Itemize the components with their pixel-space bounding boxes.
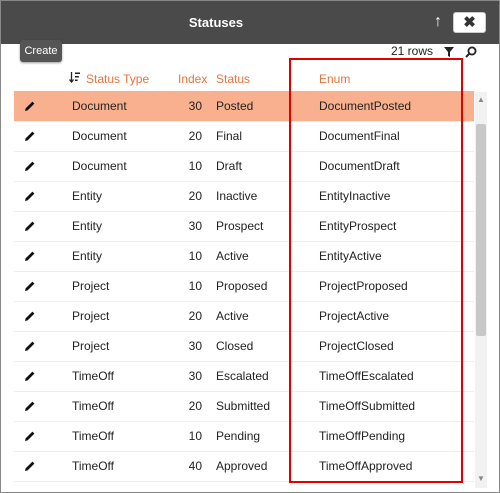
cell-status-type: TimeOff xyxy=(72,369,115,383)
cell-status-type: Entity xyxy=(72,249,103,263)
cell-enum: EntityInactive xyxy=(319,189,391,203)
cell-enum: EntityProspect xyxy=(319,219,397,233)
pencil-icon[interactable] xyxy=(24,100,36,112)
table-row[interactable]: Entity 30 Prospect EntityProspect xyxy=(14,211,474,242)
cell-index: 10 xyxy=(188,159,202,173)
table-row[interactable]: Project 20 Active ProjectActive xyxy=(14,301,474,332)
cell-status: Final xyxy=(216,129,243,143)
scrollbar-thumb[interactable] xyxy=(476,124,486,336)
cell-status: Escalated xyxy=(216,369,269,383)
pencil-icon[interactable] xyxy=(24,370,36,382)
title-bar: Statuses ↑ ✖ xyxy=(1,1,499,44)
cell-status: Pending xyxy=(216,429,261,443)
cell-status: Posted xyxy=(216,99,254,113)
cell-status-type: Project xyxy=(72,309,110,323)
cell-status-type: TimeOff xyxy=(72,459,115,473)
table-row[interactable]: TimeOff 40 Approved TimeOffApproved xyxy=(14,451,474,482)
cell-enum: DocumentPosted xyxy=(319,99,412,113)
filter-icon[interactable] xyxy=(443,46,455,58)
cell-index: 40 xyxy=(188,459,202,473)
cell-status-type: Entity xyxy=(72,189,103,203)
table-row[interactable]: TimeOff 10 Pending TimeOffPending xyxy=(14,421,474,452)
window-title: Statuses xyxy=(188,15,244,30)
rows-count: 21 rows xyxy=(391,44,434,58)
cell-enum: TimeOffPending xyxy=(319,429,406,443)
column-header-enum[interactable]: Enum xyxy=(319,72,350,86)
cell-index: 10 xyxy=(188,429,202,443)
pencil-icon[interactable] xyxy=(24,460,36,472)
scroll-up-icon[interactable]: ▲ xyxy=(476,96,486,104)
close-button[interactable]: ✖ xyxy=(453,12,486,33)
search-icon[interactable] xyxy=(465,46,477,58)
column-header-status-type[interactable]: Status Type xyxy=(86,72,149,86)
pencil-icon[interactable] xyxy=(24,400,36,412)
table-row[interactable]: TimeOff 30 Escalated TimeOffEscalated xyxy=(14,361,474,392)
table-row[interactable]: Document 20 Final DocumentFinal xyxy=(14,121,474,152)
table-row[interactable]: Project 10 Proposed ProjectProposed xyxy=(14,271,474,302)
cell-status-type: TimeOff xyxy=(72,429,115,443)
table-row[interactable]: Entity 20 Inactive EntityInactive xyxy=(14,181,474,212)
arrow-up-icon[interactable]: ↑ xyxy=(429,13,447,31)
cell-enum: ProjectClosed xyxy=(319,339,394,353)
create-button[interactable]: Create xyxy=(20,40,62,62)
cell-status-type: Entity xyxy=(72,219,103,233)
pencil-icon[interactable] xyxy=(24,190,36,202)
cell-index: 30 xyxy=(188,369,202,383)
cell-enum: TimeOffApproved xyxy=(319,459,413,473)
cell-index: 20 xyxy=(188,309,202,323)
cell-status: Draft xyxy=(216,159,243,173)
cell-status: Closed xyxy=(216,339,254,353)
cell-index: 10 xyxy=(188,249,202,263)
cell-enum: TimeOffEscalated xyxy=(319,369,414,383)
cell-index: 20 xyxy=(188,399,202,413)
table-row[interactable]: TimeOff 20 Submitted TimeOffSubmitted xyxy=(14,391,474,422)
cell-status: Inactive xyxy=(216,189,258,203)
sort-descending-icon[interactable] xyxy=(69,71,81,83)
pencil-icon[interactable] xyxy=(24,310,36,322)
column-header-status[interactable]: Status xyxy=(216,72,250,86)
pencil-icon[interactable] xyxy=(24,280,36,292)
close-icon: ✖ xyxy=(463,14,476,31)
cell-status: Active xyxy=(216,309,249,323)
table-header: Status Type Index Status Enum xyxy=(14,68,474,90)
cell-status-type: Document xyxy=(72,99,127,113)
cell-status-type: Project xyxy=(72,339,110,353)
pencil-icon[interactable] xyxy=(24,250,36,262)
cell-status-type: TimeOff xyxy=(72,399,115,413)
scroll-down-icon[interactable]: ▼ xyxy=(476,475,486,483)
cell-index: 30 xyxy=(188,219,202,233)
statuses-window: Statuses ↑ ✖ Create 21 rows Status Type … xyxy=(0,0,500,493)
cell-index: 20 xyxy=(188,189,202,203)
pencil-icon[interactable] xyxy=(24,130,36,142)
table-row[interactable]: Document 30 Posted DocumentPosted xyxy=(14,91,474,122)
column-header-index[interactable]: Index xyxy=(178,72,207,86)
pencil-icon[interactable] xyxy=(24,430,36,442)
cell-status-type: Project xyxy=(72,279,110,293)
table-row[interactable]: Project 30 Closed ProjectClosed xyxy=(14,331,474,362)
cell-status: Proposed xyxy=(216,279,268,293)
cell-status-type: Document xyxy=(72,159,127,173)
cell-index: 20 xyxy=(188,129,202,143)
cell-status: Submitted xyxy=(216,399,271,413)
pencil-icon[interactable] xyxy=(24,220,36,232)
cell-enum: ProjectActive xyxy=(319,309,390,323)
cell-index: 30 xyxy=(188,99,202,113)
cell-enum: TimeOffSubmitted xyxy=(319,399,416,413)
cell-enum: ProjectProposed xyxy=(319,279,408,293)
cell-enum: DocumentFinal xyxy=(319,129,400,143)
pencil-icon[interactable] xyxy=(24,160,36,172)
cell-enum: EntityActive xyxy=(319,249,382,263)
cell-status: Prospect xyxy=(216,219,264,233)
cell-status: Active xyxy=(216,249,249,263)
pencil-icon[interactable] xyxy=(24,340,36,352)
cell-index: 30 xyxy=(188,339,202,353)
table-row[interactable]: Entity 10 Active EntityActive xyxy=(14,241,474,272)
cell-enum: DocumentDraft xyxy=(319,159,400,173)
table-row[interactable]: Document 10 Draft DocumentDraft xyxy=(14,151,474,182)
cell-index: 10 xyxy=(188,279,202,293)
cell-status-type: Document xyxy=(72,129,127,143)
cell-status: Approved xyxy=(216,459,268,473)
